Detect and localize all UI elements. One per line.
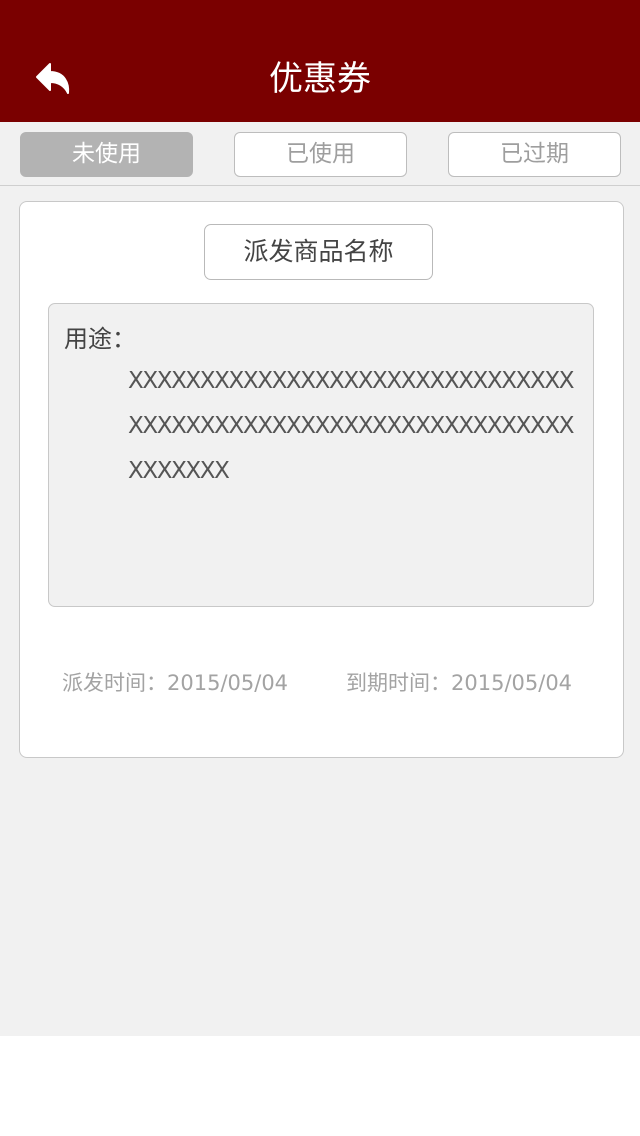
usage-text: XXXXXXXXXXXXXXXXXXXXXXXXXXXXXXXXXXXXXXXX… <box>128 368 574 484</box>
expire-date: 到期时间：2015/05/04 <box>346 666 572 700</box>
tab-unused[interactable]: 未使用 <box>20 132 193 177</box>
usage-label: 用途： <box>64 325 136 353</box>
issue-date: 派发时间：2015/05/04 <box>62 666 288 700</box>
app-screen: 优惠券 未使用 已使用 已过期 派发商品名称 用途： XXXXXXXXXXXXX… <box>0 0 640 1036</box>
expire-date-value: 2015/05/04 <box>451 671 573 695</box>
tab-used[interactable]: 已使用 <box>234 132 407 177</box>
coupon-card[interactable]: 派发商品名称 用途： XXXXXXXXXXXXXXXXXXXXXXXXXXXXX… <box>19 201 624 758</box>
tab-bar: 未使用 已使用 已过期 <box>0 122 640 186</box>
expire-date-label: 到期时间： <box>346 671 451 695</box>
tab-expired[interactable]: 已过期 <box>448 132 621 177</box>
issue-date-value: 2015/05/04 <box>167 671 289 695</box>
product-name-button[interactable]: 派发商品名称 <box>204 224 433 280</box>
page-title: 优惠券 <box>269 59 371 99</box>
usage-box: 用途： XXXXXXXXXXXXXXXXXXXXXXXXXXXXXXXXXXXX… <box>48 303 594 607</box>
issue-date-label: 派发时间： <box>62 671 167 695</box>
dates-row: 派发时间：2015/05/04 到期时间：2015/05/04 <box>62 666 602 700</box>
header-bar: 优惠券 <box>0 0 640 122</box>
